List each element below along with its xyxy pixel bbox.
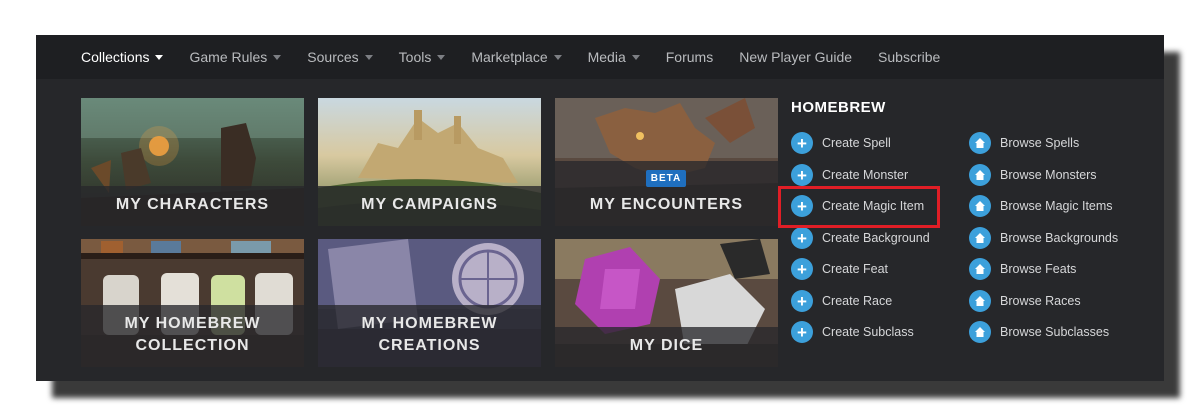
tile-label-line1: MY HOMEBREW — [361, 315, 498, 332]
highlight-annotation — [778, 186, 940, 228]
create-spell-link[interactable]: + Create Spell — [791, 131, 891, 155]
top-navbar: Collections Game Rules Sources Tools Mar… — [36, 35, 1164, 79]
tile-my-characters[interactable]: MY CHARACTERS — [81, 98, 304, 226]
tile-label: MY ENCOUNTERS — [589, 196, 744, 213]
tile-label-line1: MY HOMEBREW — [124, 315, 261, 332]
caret-down-icon — [553, 54, 562, 60]
nav-label: Subscribe — [878, 49, 941, 65]
home-icon — [969, 290, 991, 312]
nav-subscribe[interactable]: Subscribe — [878, 49, 940, 65]
caret-down-icon — [273, 54, 282, 60]
browse-subclasses-link[interactable]: Browse Subclasses — [969, 320, 1109, 344]
home-icon — [969, 227, 991, 249]
link-label: Browse Spells — [1000, 136, 1080, 150]
tile-label: MY CAMPAIGNS — [361, 196, 498, 213]
nav-label: Marketplace — [471, 49, 548, 65]
tile-my-dice[interactable]: MY DICE — [555, 239, 778, 367]
home-icon — [969, 132, 991, 154]
homebrew-heading: HOMEBREW — [791, 99, 886, 116]
tile-my-homebrew-creations[interactable]: MY HOMEBREW CREATIONS — [318, 239, 541, 367]
home-icon — [969, 321, 991, 343]
tile-my-encounters[interactable]: BETA MY ENCOUNTERS — [555, 98, 778, 226]
caret-down-icon — [155, 54, 164, 60]
tile-label-line2: COLLECTION — [135, 337, 250, 354]
plus-icon: + — [791, 321, 813, 343]
link-label: Browse Feats — [1000, 262, 1077, 276]
browse-spells-link[interactable]: Browse Spells — [969, 131, 1079, 155]
tile-my-homebrew-collection[interactable]: MY HOMEBREW COLLECTION — [81, 239, 304, 367]
create-background-link[interactable]: + Create Background — [791, 226, 930, 250]
nav-label: Collections — [81, 49, 150, 65]
nav-label: New Player Guide — [739, 49, 853, 65]
nav-new-player-guide[interactable]: New Player Guide — [739, 49, 852, 65]
nav-label: Media — [587, 49, 626, 65]
nav-sources[interactable]: Sources — [307, 49, 373, 65]
home-icon — [969, 164, 991, 186]
browse-monsters-link[interactable]: Browse Monsters — [969, 163, 1097, 187]
link-label: Create Background — [822, 231, 930, 245]
tile-label: MY DICE — [629, 337, 704, 354]
tile-my-campaigns[interactable]: MY CAMPAIGNS — [318, 98, 541, 226]
nav-label: Tools — [398, 49, 432, 65]
nav-media[interactable]: Media — [588, 49, 640, 65]
nav-label: Forums — [665, 49, 714, 65]
link-label: Create Spell — [822, 136, 891, 150]
link-label: Create Subclass — [822, 325, 914, 339]
create-monster-link[interactable]: + Create Monster — [791, 163, 908, 187]
browse-feats-link[interactable]: Browse Feats — [969, 257, 1076, 281]
tile-label: MY CHARACTERS — [115, 196, 270, 213]
nav-game-rules[interactable]: Game Rules — [189, 49, 282, 65]
plus-icon: + — [791, 164, 813, 186]
create-subclass-link[interactable]: + Create Subclass — [791, 320, 914, 344]
nav-marketplace[interactable]: Marketplace — [471, 49, 562, 65]
plus-icon: + — [791, 258, 813, 280]
home-icon — [969, 258, 991, 280]
caret-down-icon — [437, 54, 446, 60]
tile-label-line2: CREATIONS — [378, 337, 481, 354]
create-feat-link[interactable]: + Create Feat — [791, 257, 888, 281]
link-label: Browse Magic Items — [1000, 199, 1113, 213]
caret-down-icon — [631, 54, 640, 60]
link-label: Browse Races — [1000, 294, 1081, 308]
collections-menu-window: Collections Game Rules Sources Tools Mar… — [36, 35, 1164, 381]
link-label: Browse Backgrounds — [1000, 231, 1119, 245]
link-label: Browse Monsters — [1000, 168, 1097, 182]
caret-down-icon — [364, 54, 373, 60]
beta-badge: BETA — [646, 170, 686, 187]
link-label: Create Feat — [822, 262, 889, 276]
plus-icon: + — [791, 227, 813, 249]
link-label: Create Monster — [822, 168, 909, 182]
browse-races-link[interactable]: Browse Races — [969, 289, 1081, 313]
plus-icon: + — [791, 132, 813, 154]
nav-collections[interactable]: Collections — [81, 49, 164, 65]
nav-tools[interactable]: Tools — [399, 49, 446, 65]
browse-backgrounds-link[interactable]: Browse Backgrounds — [969, 226, 1118, 250]
link-label: Create Race — [822, 294, 893, 308]
nav-forums[interactable]: Forums — [666, 49, 713, 65]
create-race-link[interactable]: + Create Race — [791, 289, 892, 313]
nav-label: Game Rules — [189, 49, 268, 65]
plus-icon: + — [791, 290, 813, 312]
link-label: Browse Subclasses — [1000, 325, 1110, 339]
home-icon — [969, 195, 991, 217]
nav-label: Sources — [307, 49, 359, 65]
browse-magic-items-link[interactable]: Browse Magic Items — [969, 194, 1113, 218]
